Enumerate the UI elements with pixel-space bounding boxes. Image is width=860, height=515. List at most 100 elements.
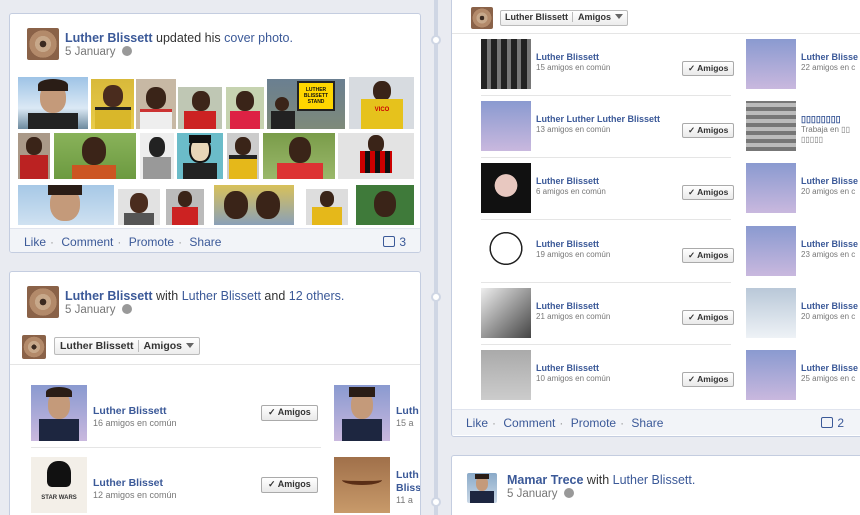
friend-photo[interactable] bbox=[746, 350, 796, 400]
friend-photo[interactable] bbox=[746, 163, 796, 213]
author-avatar[interactable] bbox=[27, 28, 59, 60]
friend-row[interactable]: Luther Blisse 22 amigos en c bbox=[746, 39, 860, 89]
promote-link[interactable]: Promote bbox=[129, 235, 174, 249]
friend-photo[interactable] bbox=[746, 226, 796, 276]
friend-name-link[interactable]: Luth bbox=[396, 405, 419, 417]
friends-button[interactable]: ✓ Amigos bbox=[682, 310, 735, 325]
friend-photo[interactable] bbox=[746, 101, 796, 151]
friend-name-link[interactable]: Luther Blissett bbox=[93, 405, 167, 417]
friend-photo[interactable] bbox=[481, 226, 531, 276]
friend-name-link[interactable]: Luther Blisse bbox=[801, 52, 858, 62]
friends-button[interactable]: ✓ Amigos bbox=[682, 61, 735, 76]
friend-row[interactable]: ▯▯▯▯▯▯▯▯ Trabaja en ▯▯ ▯▯▯▯▯ bbox=[746, 101, 860, 151]
tag-avatar[interactable] bbox=[22, 335, 46, 359]
mutual-friends[interactable]: 11 a bbox=[396, 495, 413, 505]
friend-row[interactable]: Luth 15 a bbox=[334, 385, 420, 441]
mutual-friends[interactable]: 20 amigos en c bbox=[801, 312, 855, 321]
friends-button[interactable]: ✓ Amigos bbox=[261, 405, 318, 421]
friend-name-link[interactable]: Luther Blissett bbox=[536, 239, 599, 249]
friend-name-link-cont[interactable]: Bliss bbox=[396, 482, 420, 494]
friend-photo[interactable] bbox=[481, 350, 531, 400]
author-link[interactable]: Luther Blissett bbox=[65, 289, 153, 303]
tag-avatar[interactable] bbox=[471, 7, 493, 29]
mutual-friends[interactable]: 20 amigos en c bbox=[801, 187, 855, 196]
mutual-friends[interactable]: 12 amigos en común bbox=[93, 490, 177, 500]
like-count[interactable]: 2 bbox=[821, 416, 844, 430]
mutual-friends[interactable]: 25 amigos en c bbox=[801, 374, 855, 383]
friends-button[interactable]: ✓ Amigos bbox=[261, 477, 318, 493]
friends-button[interactable]: ✓ Amigos bbox=[682, 123, 735, 138]
promote-link[interactable]: Promote bbox=[571, 416, 616, 430]
friend-photo[interactable] bbox=[334, 457, 390, 513]
date-text[interactable]: 5 January bbox=[507, 488, 558, 500]
post-header: Luther Blissett with Luther Blissett and… bbox=[65, 288, 344, 304]
friend-photo[interactable] bbox=[481, 163, 531, 213]
mutual-friends[interactable]: 10 amigos en común bbox=[536, 374, 610, 383]
tagged-friend-link[interactable]: Luther Blissett bbox=[182, 289, 261, 303]
friends-button[interactable]: ✓ Amigos bbox=[682, 372, 735, 387]
mutual-friends[interactable]: 21 amigos en común bbox=[536, 312, 610, 321]
friend-row[interactable]: Luther Blisse 25 amigos en c bbox=[746, 350, 860, 400]
others-link[interactable]: 12 others. bbox=[289, 289, 345, 303]
friend-row[interactable]: Luth Bliss 11 a bbox=[334, 457, 420, 513]
author-link[interactable]: Mamar Trece bbox=[507, 473, 583, 487]
mutual-friends[interactable]: 16 amigos en común bbox=[93, 418, 177, 428]
friend-photo[interactable] bbox=[746, 288, 796, 338]
divider bbox=[10, 364, 420, 365]
like-count[interactable]: 3 bbox=[383, 235, 406, 249]
friends-button[interactable]: ✓ Amigos bbox=[682, 185, 735, 200]
tagged-friend-link[interactable]: Luther Blissett. bbox=[613, 473, 696, 487]
friend-name-link[interactable]: Luther Blisse bbox=[801, 363, 858, 373]
friend-photo[interactable] bbox=[746, 39, 796, 89]
friend-photo[interactable] bbox=[334, 385, 390, 441]
friend-tag-dropdown[interactable]: Luther Blissett Amigos bbox=[500, 10, 629, 26]
friend-name-link[interactable]: Luther Blisset bbox=[93, 477, 163, 489]
friend-name-link[interactable]: Luth bbox=[396, 469, 419, 481]
author-link[interactable]: Luther Blissett bbox=[65, 31, 153, 45]
friends-button[interactable]: ✓ Amigos bbox=[682, 248, 735, 263]
mutual-friends[interactable]: Trabaja en ▯▯ bbox=[801, 125, 850, 134]
friend-row[interactable]: Luther Blisse 20 amigos en c bbox=[746, 288, 860, 338]
thumbs-up-icon bbox=[383, 236, 396, 247]
comment-link[interactable]: Comment bbox=[61, 235, 113, 249]
share-link[interactable]: Share bbox=[189, 235, 221, 249]
author-avatar[interactable] bbox=[27, 286, 59, 318]
divider bbox=[481, 95, 731, 96]
friends-button-label: Amigos bbox=[277, 479, 311, 489]
mutual-friends[interactable]: 23 amigos en c bbox=[801, 250, 855, 259]
friend-name-link[interactable]: Luther Blissett bbox=[536, 52, 599, 62]
collage-photo bbox=[338, 133, 414, 179]
friend-row[interactable]: Luther Blisse 23 amigos en c bbox=[746, 226, 860, 276]
like-link[interactable]: Like bbox=[466, 416, 488, 430]
friends-button-label: Amigos bbox=[697, 250, 729, 260]
friend-photo[interactable] bbox=[481, 39, 531, 89]
friend-name-link[interactable]: Luther Blissett bbox=[536, 176, 599, 186]
friend-row[interactable]: Luther Blisse 20 amigos en c bbox=[746, 163, 860, 213]
friend-name-link[interactable]: Luther Blisse bbox=[801, 239, 858, 249]
friend-tag-dropdown[interactable]: Luther Blissett Amigos bbox=[54, 337, 201, 355]
friend-photo[interactable]: STAR WARS bbox=[31, 457, 87, 513]
mutual-friends[interactable]: 22 amigos en c bbox=[801, 63, 855, 72]
comment-link[interactable]: Comment bbox=[503, 416, 555, 430]
friend-photo[interactable] bbox=[481, 288, 531, 338]
date-text[interactable]: 5 January bbox=[65, 304, 116, 316]
share-link[interactable]: Share bbox=[631, 416, 663, 430]
cover-photo-link[interactable]: cover photo. bbox=[224, 31, 293, 45]
like-link[interactable]: Like bbox=[24, 235, 46, 249]
mutual-friends[interactable]: 19 amigos en común bbox=[536, 250, 610, 259]
friend-name-link[interactable]: Luther Luther Luther Blissett bbox=[536, 114, 660, 124]
cover-photo-collage[interactable]: LUTHER BLISSETT STAND VICO bbox=[18, 77, 414, 225]
friend-name-link[interactable]: Luther Blissett bbox=[536, 363, 599, 373]
friend-name-link[interactable]: ▯▯▯▯▯▯▯▯ bbox=[801, 114, 841, 125]
mutual-friends[interactable]: 15 amigos en común bbox=[536, 63, 610, 72]
friend-photo[interactable] bbox=[481, 101, 531, 151]
date-text[interactable]: 5 January bbox=[65, 46, 116, 58]
friend-photo[interactable] bbox=[31, 385, 87, 441]
friend-name-link[interactable]: Luther Blisse bbox=[801, 301, 858, 311]
mutual-friends[interactable]: 15 a bbox=[396, 418, 414, 428]
mutual-friends[interactable]: 13 amigos en común bbox=[536, 125, 610, 134]
friend-name-link[interactable]: Luther Blissett bbox=[536, 301, 599, 311]
mutual-friends[interactable]: 6 amigos en común bbox=[536, 187, 606, 196]
author-avatar[interactable] bbox=[467, 473, 497, 503]
friend-name-link[interactable]: Luther Blisse bbox=[801, 176, 858, 186]
